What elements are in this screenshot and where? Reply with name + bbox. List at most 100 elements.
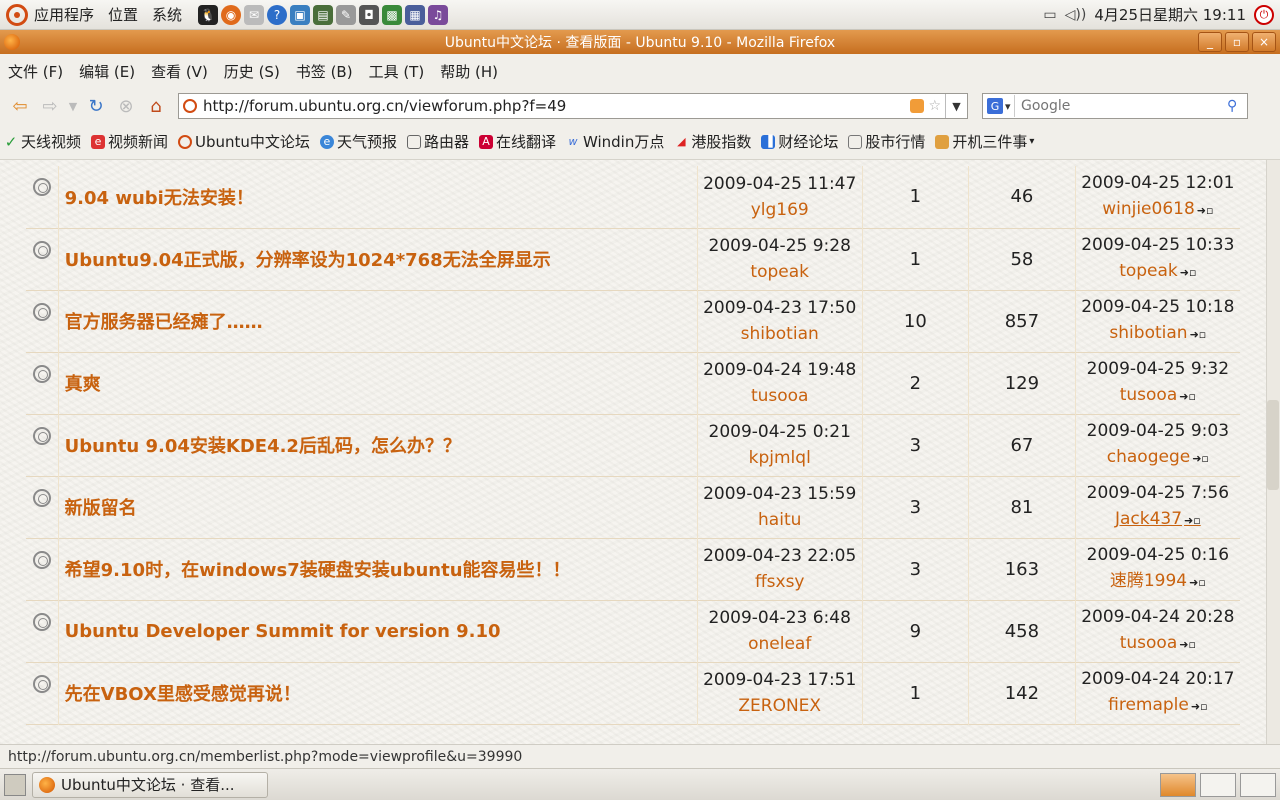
menu-view[interactable]: 查看 (V) xyxy=(151,61,208,82)
last-post-user[interactable]: shibotian xyxy=(1109,323,1187,343)
reload-icon[interactable]: ↻ xyxy=(82,92,110,120)
search-input[interactable] xyxy=(1015,98,1227,114)
bookmark-item[interactable]: e 视频新闻 xyxy=(91,131,168,152)
last-post-user-link[interactable]: chaogege ➜▫ xyxy=(1076,444,1240,472)
network-status-icon[interactable]: ▭ xyxy=(1043,7,1056,23)
close-button[interactable]: × xyxy=(1252,32,1276,52)
search-bar[interactable]: G▾ ⚲ xyxy=(982,93,1248,119)
last-post-user-link[interactable]: Jack437 ➜▫ xyxy=(1076,506,1240,534)
bookmark-item[interactable]: ✓ 天线视频 xyxy=(4,131,81,152)
url-text[interactable]: http://forum.ubuntu.org.cn/viewforum.php… xyxy=(203,97,910,115)
terminal-icon[interactable]: ▤ xyxy=(313,4,334,25)
bookmark-item[interactable]: w Windin万点 xyxy=(566,131,664,152)
goto-last-post-icon[interactable]: ➜▫ xyxy=(1191,700,1208,713)
qq-penguin-icon[interactable]: 🐧 xyxy=(198,4,219,25)
url-dropdown-icon[interactable]: ▼ xyxy=(945,94,967,118)
topic-author-link[interactable]: oneleaf xyxy=(698,631,862,657)
topic-title-link[interactable]: 真爽 xyxy=(65,374,101,395)
virtualbox-icon[interactable]: ▣ xyxy=(290,4,311,25)
bookmark-item[interactable]: Ubuntu中文论坛 xyxy=(178,131,310,152)
last-post-user[interactable]: winjie0618 xyxy=(1102,199,1195,219)
topic-author-link[interactable]: ffsxsy xyxy=(698,569,862,595)
taskbar-firefox-button[interactable]: Ubuntu中文论坛 · 查看... xyxy=(32,771,268,798)
last-post-user[interactable]: chaogege xyxy=(1107,447,1190,467)
firefox-icon[interactable]: ◉ xyxy=(221,4,242,25)
topic-author-link[interactable]: kpjmlql xyxy=(698,445,862,471)
menu-file[interactable]: 文件 (F) xyxy=(8,61,63,82)
minimize-button[interactable]: _ xyxy=(1198,32,1222,52)
goto-last-post-icon[interactable]: ➜▫ xyxy=(1192,452,1209,465)
url-bar[interactable]: http://forum.ubuntu.org.cn/viewforum.php… xyxy=(178,93,968,119)
goto-last-post-icon[interactable]: ➜▫ xyxy=(1179,638,1196,651)
places-menu[interactable]: 位置 xyxy=(108,4,138,25)
goto-last-post-icon[interactable]: ➜▫ xyxy=(1190,328,1207,341)
clock[interactable]: 4月25日星期六 19:11 xyxy=(1094,4,1246,25)
last-post-user[interactable]: topeak xyxy=(1119,261,1178,281)
topic-title-link[interactable]: 希望9.10时，在windows7装硬盘安装ubuntu能容易些！！ xyxy=(65,560,571,581)
firefox-window-icon[interactable] xyxy=(4,34,20,50)
bookmark-item[interactable]: 路由器 xyxy=(406,131,469,152)
maximize-button[interactable]: ▫ xyxy=(1225,32,1249,52)
bookmark-item[interactable]: ◢ 港股指数 xyxy=(674,131,751,152)
topic-title-link[interactable]: 新版留名 xyxy=(65,498,137,519)
workspace-2[interactable] xyxy=(1200,772,1236,797)
last-post-user[interactable]: tusooa xyxy=(1120,633,1178,653)
topic-title-link[interactable]: Ubuntu9.04正式版，分辨率设为1024*768无法全屏显示 xyxy=(65,250,551,271)
bookmark-star-icon[interactable]: ☆ xyxy=(928,98,941,114)
show-desktop-icon[interactable] xyxy=(4,773,26,796)
topic-title-link[interactable]: 先在VBOX里感受感觉再说！ xyxy=(65,684,301,705)
back-arrow-icon[interactable]: ⇦ xyxy=(6,92,34,120)
help-icon[interactable]: ? xyxy=(267,4,288,25)
audio-icon[interactable]: ♫ xyxy=(428,4,449,25)
mail-icon[interactable]: ✉ xyxy=(244,4,265,25)
forward-arrow-icon[interactable]: ⇨ xyxy=(36,92,64,120)
bookmark-folder[interactable]: 开机三件事 ▾ xyxy=(935,131,1034,152)
text-editor-icon[interactable]: ✎ xyxy=(336,4,357,25)
bookmark-item[interactable]: e 天气预报 xyxy=(319,131,397,152)
topic-title-link[interactable]: Ubuntu 9.04安装KDE4.2后乱码，怎么办？？ xyxy=(65,436,461,457)
topic-title-link[interactable]: Ubuntu Developer Summit for version 9.10 xyxy=(65,621,501,642)
topic-author-link[interactable]: shibotian xyxy=(698,321,862,347)
menu-help[interactable]: 帮助 (H) xyxy=(440,61,498,82)
workspace-1[interactable] xyxy=(1160,772,1196,797)
goto-last-post-icon[interactable]: ➜▫ xyxy=(1189,576,1206,589)
vertical-scrollbar[interactable] xyxy=(1266,160,1280,744)
system-menu[interactable]: 系统 xyxy=(152,4,182,25)
topic-author-link[interactable]: tusooa xyxy=(698,383,862,409)
window-title-bar[interactable]: Ubuntu中文论坛 · 查看版面 - Ubuntu 9.10 - Mozill… xyxy=(0,30,1280,54)
bookmark-item[interactable]: A 在线翻译 xyxy=(478,131,556,152)
power-icon[interactable]: ⏻ xyxy=(1254,4,1274,25)
goto-last-post-icon[interactable]: ➜▫ xyxy=(1180,266,1197,279)
network-icon[interactable]: ▦ xyxy=(405,4,426,25)
last-post-user-link[interactable]: tusooa ➜▫ xyxy=(1076,382,1240,410)
last-post-user-link[interactable]: tusooa ➜▫ xyxy=(1076,630,1240,658)
last-post-user[interactable]: tusooa xyxy=(1120,385,1178,405)
menu-bookmarks[interactable]: 书签 (B) xyxy=(296,61,353,82)
topic-author-link[interactable]: ylg169 xyxy=(698,197,862,223)
last-post-user[interactable]: 速腾1994 xyxy=(1110,571,1187,591)
last-post-user-link[interactable]: topeak ➜▫ xyxy=(1076,258,1240,286)
ubuntu-logo-icon[interactable] xyxy=(6,3,28,26)
last-post-user-link[interactable]: winjie0618 ➜▫ xyxy=(1076,196,1240,224)
goto-last-post-icon[interactable]: ➜▫ xyxy=(1184,514,1201,527)
home-icon[interactable]: ⌂ xyxy=(142,92,170,120)
search-icon[interactable]: ⚲ xyxy=(1227,98,1247,114)
topic-title-link[interactable]: 官方服务器已经瘫了…… xyxy=(65,312,263,333)
menu-edit[interactable]: 编辑 (E) xyxy=(79,61,135,82)
goto-last-post-icon[interactable]: ➜▫ xyxy=(1179,390,1196,403)
last-post-user-link[interactable]: shibotian ➜▫ xyxy=(1076,320,1240,348)
last-post-user-link[interactable]: 速腾1994 ➜▫ xyxy=(1076,568,1240,596)
menu-history[interactable]: 历史 (S) xyxy=(224,61,280,82)
last-post-user[interactable]: firemaple xyxy=(1108,695,1189,715)
volume-icon[interactable]: ◁)) xyxy=(1065,7,1087,23)
scrollbar-thumb[interactable] xyxy=(1267,400,1279,490)
last-post-user-link[interactable]: firemaple ➜▫ xyxy=(1076,692,1240,720)
last-post-user[interactable]: Jack437 xyxy=(1115,509,1182,529)
workspace-3[interactable] xyxy=(1240,772,1276,797)
topic-author-link[interactable]: ZERONEX xyxy=(698,693,862,719)
topic-author-link[interactable]: haitu xyxy=(698,507,862,533)
topic-author-link[interactable]: topeak xyxy=(698,259,862,285)
history-dropdown-icon[interactable]: ▼ xyxy=(66,92,80,120)
applications-menu[interactable]: 应用程序 xyxy=(34,4,94,25)
bookmark-item[interactable]: ▐ 财经论坛 xyxy=(761,131,838,152)
